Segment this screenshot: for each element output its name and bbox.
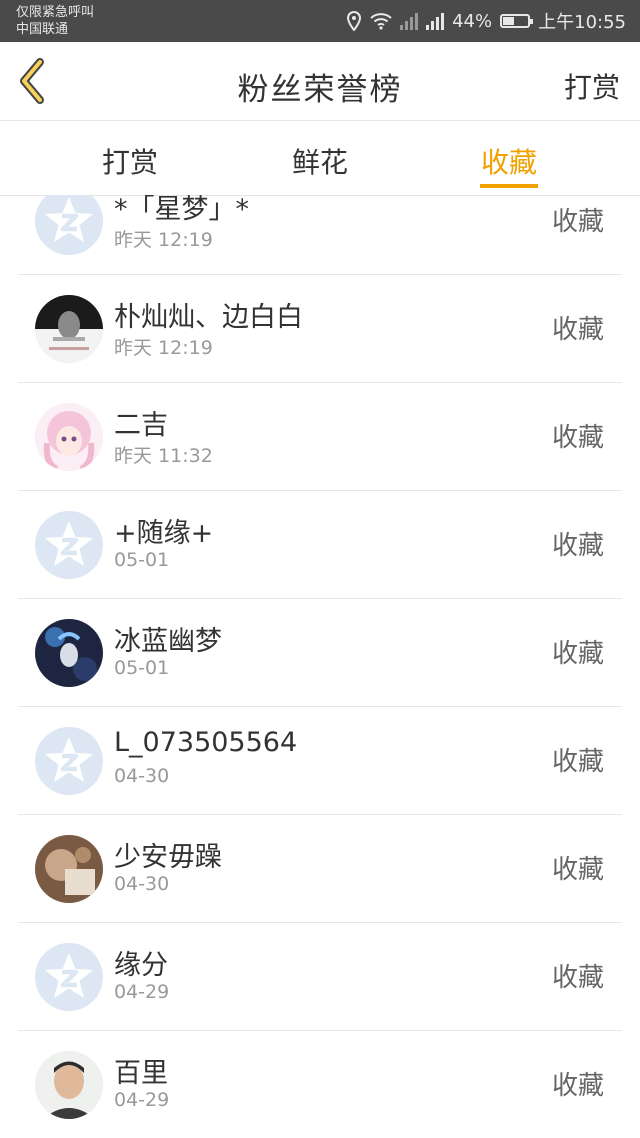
user-name: 百里 (114, 1058, 168, 1089)
action-label: 收藏 (551, 423, 604, 453)
tab-bar: 打赏 鲜花 收藏 (0, 121, 640, 196)
tab-favorites[interactable]: 收藏 (449, 141, 569, 181)
user-name: 冰蓝幽梦 (114, 626, 222, 657)
avatar[interactable] (35, 403, 103, 471)
fan-list[interactable]: *「星梦」* 昨天 12:19 收藏 朴灿灿、边白白 昨天 12:19 收藏 二… (0, 195, 640, 1138)
page-title: 粉丝荣誉榜 (237, 72, 403, 108)
avatar[interactable] (35, 1051, 103, 1119)
list-item[interactable]: 冰蓝幽梦 05-01 收藏 (18, 599, 622, 707)
timestamp: 昨天 12:19 (114, 337, 213, 359)
signal-icon-sim2 (426, 12, 445, 30)
timestamp: 昨天 12:19 (114, 229, 213, 251)
list-item[interactable]: 二吉 昨天 11:32 收藏 (18, 383, 622, 491)
list-item[interactable]: 少安毋躁 04-30 收藏 (18, 815, 622, 923)
list-item[interactable]: L_073505564 04-30 收藏 (18, 707, 622, 815)
user-name: 朴灿灿、边白白 (114, 302, 303, 333)
action-label: 收藏 (551, 207, 604, 237)
avatar[interactable] (35, 727, 103, 795)
tip-button[interactable]: 打赏 (564, 66, 620, 106)
emergency-call-text: 仅限紧急呼叫 (16, 5, 95, 20)
signal-icon-sim1 (400, 12, 419, 30)
tab-flowers[interactable]: 鲜花 (260, 141, 380, 181)
status-icons: 44% 上午10:55 (346, 8, 626, 34)
carrier-info: 仅限紧急呼叫 中国联通 (16, 4, 94, 38)
battery-percent: 44% (452, 10, 493, 32)
avatar[interactable] (35, 295, 103, 363)
action-label: 收藏 (551, 315, 604, 345)
active-tab-indicator (480, 184, 538, 188)
action-label: 收藏 (551, 1071, 604, 1101)
user-name: 少安毋躁 (114, 842, 222, 873)
timestamp: 04-30 (114, 873, 170, 895)
navigation-header: 粉丝荣誉榜 打赏 (0, 42, 640, 121)
action-label: 收藏 (551, 855, 604, 885)
wifi-icon (370, 13, 392, 30)
clock: 上午10:55 (538, 12, 626, 33)
avatar[interactable] (35, 835, 103, 903)
battery-icon (500, 14, 534, 28)
list-item[interactable]: 缘分 04-29 收藏 (18, 923, 622, 1031)
timestamp: 05-01 (114, 549, 170, 571)
action-label: 收藏 (551, 747, 604, 777)
timestamp: 昨天 11:32 (114, 445, 213, 467)
list-item[interactable]: 百里 04-29 收藏 (18, 1031, 622, 1138)
action-label: 收藏 (551, 531, 604, 561)
user-name: 缘分 (114, 950, 168, 981)
status-bar: 仅限紧急呼叫 中国联通 44% 上午10:55 (0, 0, 640, 42)
location-icon (347, 11, 362, 31)
action-label: 收藏 (551, 963, 604, 993)
avatar[interactable] (35, 511, 103, 579)
user-name: L_073505564 (114, 727, 298, 758)
timestamp: 04-29 (114, 1089, 170, 1111)
tab-tip[interactable]: 打赏 (70, 141, 190, 181)
user-name: *「星梦」* (114, 195, 249, 225)
user-name: 二吉 (114, 410, 168, 441)
action-label: 收藏 (551, 639, 604, 669)
user-name: +随缘+ (114, 518, 214, 549)
list-item[interactable]: *「星梦」* 昨天 12:19 收藏 (18, 195, 622, 275)
avatar[interactable] (35, 195, 103, 255)
list-item[interactable]: +随缘+ 05-01 收藏 (18, 491, 622, 599)
avatar[interactable] (35, 619, 103, 687)
carrier-name: 中国联通 (16, 22, 69, 37)
timestamp: 04-29 (114, 981, 170, 1003)
timestamp: 04-30 (114, 765, 170, 787)
timestamp: 05-01 (114, 657, 170, 679)
avatar[interactable] (35, 943, 103, 1011)
list-item[interactable]: 朴灿灿、边白白 昨天 12:19 收藏 (18, 275, 622, 383)
